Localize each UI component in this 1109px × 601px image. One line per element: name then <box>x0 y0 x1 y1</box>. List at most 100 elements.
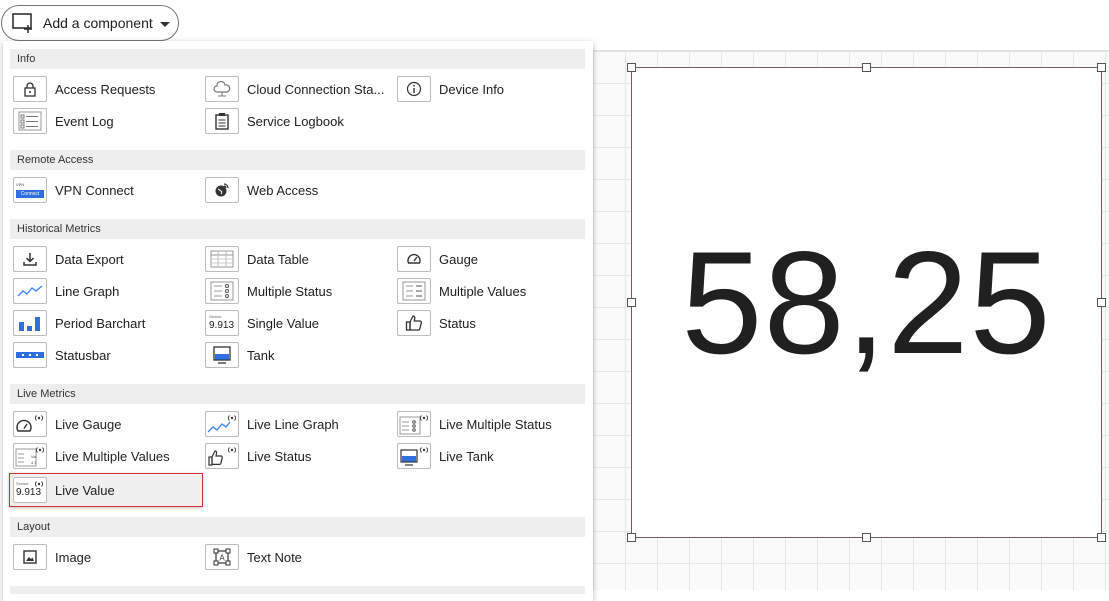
menu-item-label: Gauge <box>439 251 479 267</box>
value-widget[interactable]: 58,25 <box>631 67 1102 538</box>
menu-item-text-note[interactable]: A Text Note <box>205 543 302 571</box>
gauge-icon <box>397 246 431 272</box>
section-header-layout: Layout <box>10 517 585 537</box>
image-icon <box>13 544 47 570</box>
menu-item-live-line-graph[interactable]: Live Line Graph <box>205 410 339 438</box>
menu-item-label: Data Table <box>247 251 309 267</box>
cloud-icon <box>205 76 239 102</box>
menu-item-line-graph[interactable]: Line Graph <box>13 277 119 305</box>
menu-item-label: Line Graph <box>55 283 120 299</box>
menu-item-label: Web Access <box>247 182 319 198</box>
live-multiple-status-icon <box>397 411 431 437</box>
menu-item-label: Event Log <box>55 113 114 129</box>
menu-item-period-barchart[interactable]: Period Barchart <box>13 309 145 337</box>
menu-item-label: Live Tank <box>439 448 494 464</box>
thumbs-up-icon <box>397 310 431 336</box>
resize-handle-tr[interactable] <box>1097 63 1106 72</box>
menu-item-label: Device Info <box>439 81 505 97</box>
menu-item-label: Data Export <box>55 251 124 267</box>
vpn-icon-button: Connect <box>16 190 44 198</box>
resize-handle-bc[interactable] <box>862 533 871 542</box>
menu-item-label: VPN Connect <box>55 182 134 198</box>
menu-item-vpn-connect[interactable]: VPN Connect VPN Connect <box>13 176 134 204</box>
menu-item-multiple-values[interactable]: Multiple Values <box>397 277 526 305</box>
menu-item-live-multiple-status[interactable]: Live Multiple Status <box>397 410 552 438</box>
menu-item-live-tank[interactable]: Live Tank <box>397 442 494 470</box>
barchart-icon <box>13 310 47 336</box>
menu-item-label: Status <box>439 315 476 331</box>
menu-item-label: Multiple Status <box>247 283 333 299</box>
menu-item-label: Access Requests <box>55 81 156 97</box>
line-graph-icon <box>13 278 47 304</box>
menu-item-label: Live Line Graph <box>247 416 339 432</box>
text-note-icon: A <box>205 544 239 570</box>
menu-item-live-gauge[interactable]: Live Gauge <box>13 410 122 438</box>
menu-item-label: Cloud Connection Sta... <box>247 81 385 97</box>
resize-handle-tl[interactable] <box>627 63 636 72</box>
menu-item-single-value[interactable]: Sensor 9.913 Single Value <box>205 309 319 337</box>
clipboard-icon <box>205 108 239 134</box>
live-line-graph-icon <box>205 411 239 437</box>
live-status-icon <box>205 443 239 469</box>
add-component-button[interactable]: Add a component <box>1 5 179 41</box>
live-gauge-icon <box>13 411 47 437</box>
resize-handle-mr[interactable] <box>1097 298 1106 307</box>
menu-item-gauge[interactable]: Gauge <box>397 245 478 273</box>
section-header-next <box>10 586 585 594</box>
vpn-icon: VPN Connect <box>13 177 47 203</box>
resize-handle-br[interactable] <box>1097 533 1106 542</box>
menu-item-label: Service Logbook <box>247 113 344 129</box>
menu-item-label: Statusbar <box>55 347 111 363</box>
add-component-label: Add a component <box>43 15 153 31</box>
live-multiple-values-icon-text: Val <box>31 454 37 459</box>
menu-item-live-value[interactable]: Sensor 9.913 Live Value <box>9 473 203 507</box>
svg-text:A: A <box>219 554 225 563</box>
resize-handle-tc[interactable] <box>862 63 871 72</box>
widget-value: 58,25 <box>681 220 1052 384</box>
live-value-icon: Sensor 9.913 <box>13 477 47 503</box>
component-menu: Info Access Requests Cloud Connection St… <box>3 41 593 601</box>
menu-item-label: Image <box>55 549 92 565</box>
menu-item-service-logbook[interactable]: Service Logbook <box>205 107 344 135</box>
menu-item-statusbar[interactable]: Statusbar <box>13 341 111 369</box>
menu-item-data-export[interactable]: Data Export <box>13 245 124 273</box>
menu-item-label: Multiple Values <box>439 283 527 299</box>
web-access-icon <box>205 177 239 203</box>
list-icon <box>13 108 47 134</box>
section-header-historical-metrics: Historical Metrics <box>10 219 585 239</box>
menu-item-label: Live Gauge <box>55 416 122 432</box>
menu-item-label: Live Status <box>247 448 312 464</box>
multiple-values-icon <box>397 278 431 304</box>
menu-item-status[interactable]: Status <box>397 309 476 337</box>
menu-item-label: Period Barchart <box>55 315 146 331</box>
multiple-status-icon <box>205 278 239 304</box>
section-header-info: Info <box>10 49 585 69</box>
menu-item-label: Live Multiple Status <box>439 416 552 432</box>
info-icon <box>397 76 431 102</box>
live-tank-icon <box>397 443 431 469</box>
menu-item-live-multiple-values[interactable]: Val 4.1 Live Multiple Values <box>13 442 170 470</box>
single-value-icon: Sensor 9.913 <box>205 310 239 336</box>
section-header-live-metrics: Live Metrics <box>10 384 585 404</box>
menu-item-tank[interactable]: Tank <box>205 341 274 369</box>
menu-item-label: Live Multiple Values <box>55 448 170 464</box>
section-header-remote-access: Remote Access <box>10 150 585 170</box>
menu-item-label: Tank <box>247 347 275 363</box>
resize-handle-bl[interactable] <box>627 533 636 542</box>
menu-item-cloud-connection[interactable]: Cloud Connection Sta... <box>205 75 384 103</box>
menu-item-multiple-status[interactable]: Multiple Status <box>205 277 332 305</box>
menu-item-data-table[interactable]: Data Table <box>205 245 309 273</box>
menu-item-access-requests[interactable]: Access Requests <box>13 75 155 103</box>
menu-item-web-access[interactable]: Web Access <box>205 176 318 204</box>
menu-item-live-status[interactable]: Live Status <box>205 442 311 470</box>
menu-item-image[interactable]: Image <box>13 543 91 571</box>
add-widget-icon <box>12 13 32 33</box>
live-multiple-values-icon-text: 4.1 <box>31 460 37 465</box>
statusbar-icon <box>13 342 47 368</box>
resize-handle-ml[interactable] <box>627 298 636 307</box>
chevron-down-icon <box>159 21 170 27</box>
table-icon <box>205 246 239 272</box>
menu-item-device-info[interactable]: Device Info <box>397 75 504 103</box>
tank-icon <box>205 342 239 368</box>
menu-item-event-log[interactable]: Event Log <box>13 107 114 135</box>
